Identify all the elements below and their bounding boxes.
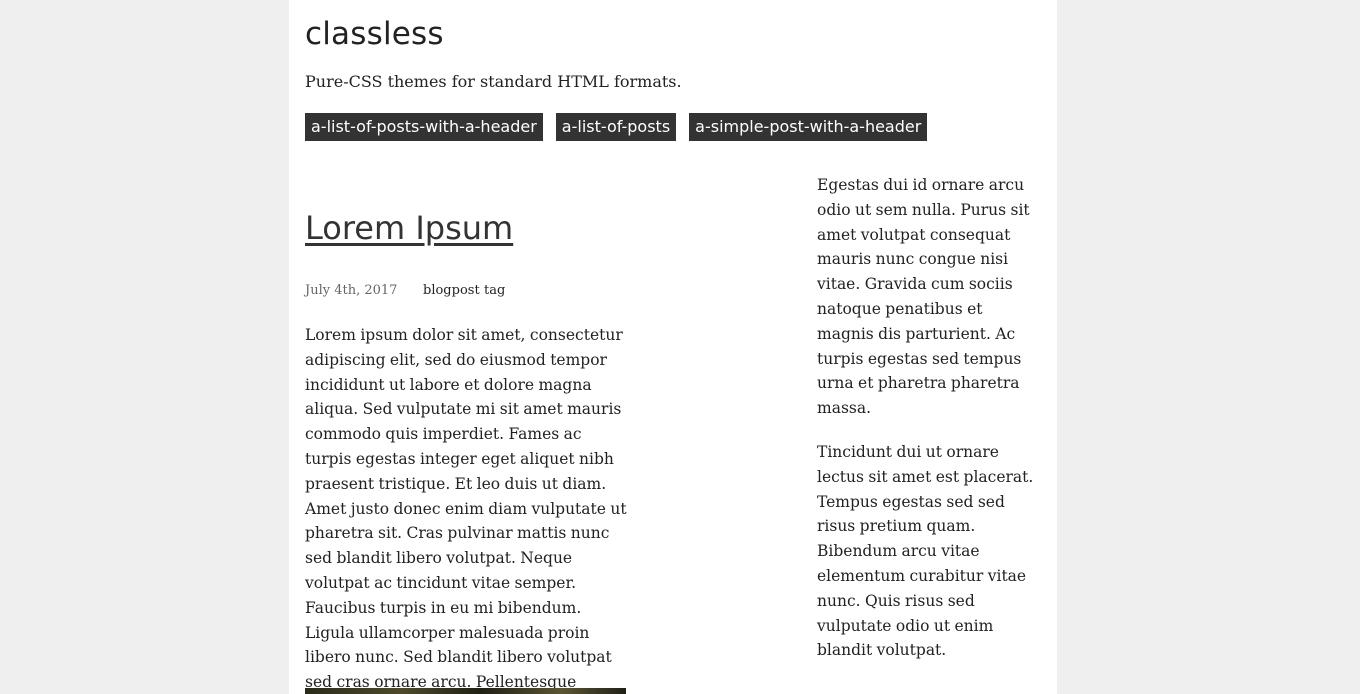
nav-link-simple-post-with-header[interactable]: a-simple-post-with-a-header [689, 113, 928, 141]
site-description: Pure-CSS themes for standard HTML format… [305, 72, 682, 91]
sidebar-paragraph: Egestas dui id ornare arcu odio ut sem n… [817, 176, 1030, 418]
nav-link-list-of-posts[interactable]: a-list-of-posts [555, 113, 677, 141]
page-container: classless Pure-CSS themes for standard H… [289, 0, 1057, 694]
post-title-link[interactable]: Lorem Ipsum [305, 207, 513, 249]
post-tag-blogpost[interactable]: blogpost [423, 282, 480, 300]
sidebar-paragraph: Tincidunt dui ut ornare lectus sit amet … [817, 442, 1034, 660]
nav-link-list-of-posts-with-header[interactable]: a-list-of-posts-with-a-header [305, 113, 543, 141]
sidebar: Egestas dui id ornare arcu odio ut sem n… [817, 173, 1043, 682]
post-body: Lorem ipsum dolor sit amet, consectetur … [305, 326, 627, 692]
post-date: July 4th, 2017 [305, 283, 398, 298]
site-title[interactable]: classless [305, 14, 444, 54]
post-tag-tag[interactable]: tag [484, 282, 505, 300]
post-image [305, 688, 626, 694]
main-nav: a-list-of-posts-with-a-header a-list-of-… [305, 113, 928, 141]
